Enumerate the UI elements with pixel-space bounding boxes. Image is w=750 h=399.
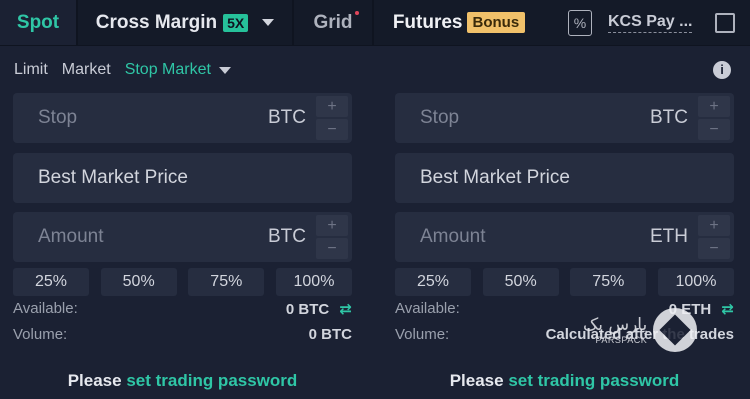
decrement-button[interactable]: − — [698, 119, 730, 140]
amount-input[interactable]: Amount BTC + − — [13, 212, 352, 262]
stop-unit: BTC — [268, 107, 306, 128]
available-value: 0 BTC — [285, 301, 330, 318]
amount-placeholder: Amount — [38, 226, 104, 247]
increment-button[interactable]: + — [316, 215, 348, 236]
watermark-fa: پارس پک — [583, 315, 648, 335]
notification-dot — [355, 11, 359, 15]
stop-placeholder: Stop — [420, 107, 460, 128]
percent-75-button[interactable]: 75% — [188, 268, 265, 296]
volume-value: 0 BTC — [308, 326, 352, 343]
stop-stepper: + − — [316, 96, 348, 140]
amount-unit: BTC — [268, 226, 306, 247]
set-trading-password-link[interactable]: set trading password — [126, 371, 297, 390]
set-trading-password-link[interactable]: set trading password — [508, 371, 679, 390]
trading-password-prompt: Please set trading password — [13, 371, 352, 391]
percent-100-button[interactable]: 100% — [657, 268, 734, 296]
decrement-button[interactable]: − — [316, 119, 348, 140]
stop-price-input[interactable]: Stop BTC + − — [13, 93, 352, 143]
amount-unit: ETH — [650, 226, 688, 247]
pw-prefix: Please — [449, 371, 504, 390]
stop-unit: BTC — [650, 107, 688, 128]
transfer-icon[interactable]: ⇄ — [721, 301, 734, 318]
increment-button[interactable]: + — [698, 215, 730, 236]
available-row: Available: 0 BTC ⇄ — [13, 300, 352, 318]
trading-password-prompt: Please set trading password — [395, 371, 734, 391]
percent-75-button[interactable]: 75% — [570, 268, 647, 296]
amount-stepper: + − — [316, 215, 348, 259]
best-market-price-label: Best Market Price — [38, 167, 188, 188]
volume-row: Volume: 0 BTC — [13, 326, 352, 343]
amount-input[interactable]: Amount ETH + − — [395, 212, 734, 262]
stop-stepper: + − — [698, 96, 730, 140]
increment-button[interactable]: + — [698, 96, 730, 117]
amount-stepper: + − — [698, 215, 730, 259]
stop-placeholder: Stop — [38, 107, 78, 128]
best-market-price-field: Best Market Price — [13, 153, 352, 203]
decrement-button[interactable]: − — [698, 238, 730, 259]
available-label: Available: — [13, 300, 78, 317]
percent-25-button[interactable]: 25% — [395, 268, 471, 296]
decrement-button[interactable]: − — [316, 238, 348, 259]
best-market-price-field: Best Market Price — [395, 153, 734, 203]
watermark-en: PARSPACK — [595, 335, 648, 345]
volume-label: Volume: — [395, 326, 450, 343]
best-market-price-label: Best Market Price — [420, 167, 570, 188]
pw-prefix: Please — [67, 371, 122, 390]
transfer-icon[interactable]: ⇄ — [339, 301, 352, 318]
watermark-logo: پارس پک PARSPACK — [583, 308, 698, 352]
percent-buttons: 25% 50% 75% 100% — [13, 268, 352, 296]
percent-25-button[interactable]: 25% — [13, 268, 89, 296]
percent-50-button[interactable]: 50% — [482, 268, 559, 296]
watermark-text: پارس پک PARSPACK — [583, 315, 647, 345]
percent-buttons: 25% 50% 75% 100% — [395, 268, 734, 296]
increment-button[interactable]: + — [316, 96, 348, 117]
available-label: Available: — [395, 300, 460, 317]
watermark-logo-icon — [653, 308, 698, 352]
stop-price-input[interactable]: Stop BTC + − — [395, 93, 734, 143]
percent-50-button[interactable]: 50% — [100, 268, 177, 296]
percent-100-button[interactable]: 100% — [275, 268, 352, 296]
buy-panel: Stop BTC + − Best Market Price Amount BT… — [13, 0, 352, 399]
amount-placeholder: Amount — [420, 226, 486, 247]
volume-label: Volume: — [13, 326, 68, 343]
